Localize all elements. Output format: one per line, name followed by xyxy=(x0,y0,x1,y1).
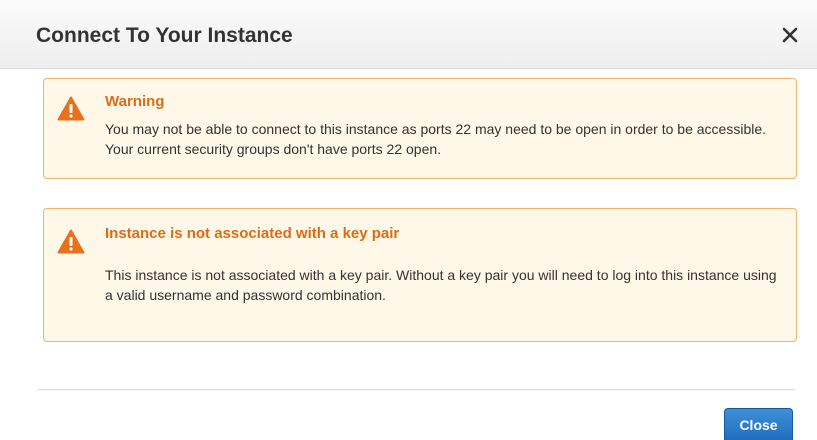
alert-message: You may not be able to connect to this i… xyxy=(105,121,767,157)
dialog-title: Connect To Your Instance xyxy=(36,24,293,47)
connect-dialog: Connect To Your Instance Warning You may… xyxy=(0,0,817,440)
alert-message: This instance is not associated with a k… xyxy=(105,267,777,303)
footer-divider xyxy=(38,389,795,390)
alert-title: Warning xyxy=(105,93,165,110)
warning-alert-ports: Warning You may not be able to connect t… xyxy=(43,78,797,179)
alert-title: Instance is not associated with a key pa… xyxy=(105,225,400,242)
warning-triangle-icon xyxy=(57,96,85,121)
warning-triangle-icon xyxy=(57,229,85,254)
dialog-header: Connect To Your Instance xyxy=(0,0,817,69)
warning-alert-key-pair: Instance is not associated with a key pa… xyxy=(43,208,797,342)
close-button[interactable]: Close xyxy=(724,408,793,440)
close-x-icon[interactable] xyxy=(777,22,803,48)
